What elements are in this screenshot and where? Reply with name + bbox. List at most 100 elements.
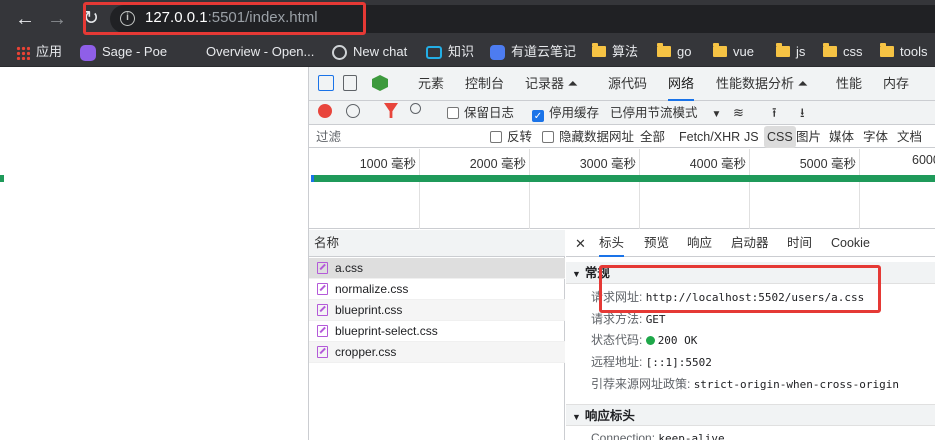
checkmark-icon: ✓ [532, 110, 544, 122]
filter-type-media[interactable]: 媒体 [829, 126, 854, 148]
timeline-tick-label: 1000 毫秒 [359, 157, 416, 171]
filter-type-fetch-xhr[interactable]: Fetch/XHR [679, 126, 740, 148]
bookmark-folder-css[interactable]: css [823, 37, 863, 67]
dropdown-arrow-icon: ▼ [711, 109, 722, 120]
filter-type-img[interactable]: 图片 [796, 126, 821, 148]
response-headers-section-header[interactable]: ▼ 响应标头 [566, 404, 935, 426]
tab-cookies[interactable]: Cookie [831, 230, 870, 257]
filter-type-js[interactable]: JS [744, 126, 759, 148]
throttling-select[interactable]: 已停用节流模式 ▼ [610, 101, 721, 125]
bilibili-icon [426, 46, 442, 60]
collapse-triangle-icon: ▼ [572, 269, 581, 279]
tab-response[interactable]: 响应 [687, 230, 712, 257]
filter-type-css[interactable]: CSS [764, 126, 796, 148]
folder-icon [776, 43, 790, 58]
folder-icon [713, 43, 727, 58]
record-icon[interactable] [318, 104, 332, 118]
css-file-icon [317, 325, 328, 337]
timeline-tick-label: 6000 [912, 153, 935, 167]
tab-recorder[interactable]: 记录器 ⏶ [525, 67, 578, 101]
back-arrow-icon[interactable]: ← [12, 6, 38, 32]
preserve-log-checkbox[interactable]: 保留日志 [447, 101, 514, 125]
filter-type-doc[interactable]: 文档 [897, 126, 922, 148]
close-icon[interactable]: ✕ [575, 230, 586, 257]
timeline-tick-label: 5000 毫秒 [799, 157, 856, 171]
page-viewport [0, 67, 308, 440]
status-code-row: 状态代码: 200 OK [591, 333, 698, 347]
tab-elements[interactable]: 元素 [418, 67, 444, 101]
timeline-gridline [529, 149, 530, 229]
network-conditions-icon[interactable]: ≋ [733, 101, 744, 125]
bookmark-folder-vue[interactable]: vue [713, 37, 754, 67]
tab-preview[interactable]: 预览 [644, 230, 669, 257]
timeline-dom-marker [311, 175, 314, 182]
tab-timing[interactable]: 时间 [787, 230, 812, 257]
apps-grid-icon [16, 45, 30, 60]
youdao-icon [490, 45, 505, 61]
export-har-icon[interactable]: ⭳ [800, 101, 805, 125]
import-har-icon[interactable]: ⭱ [772, 101, 777, 125]
css-file-icon [317, 262, 328, 274]
css-file-icon [317, 283, 328, 295]
disable-cache-checkbox[interactable]: ✓ 停用缓存 [532, 101, 599, 125]
tab-memory[interactable]: 内存 [883, 67, 909, 101]
clear-icon[interactable] [346, 104, 360, 118]
connection-header-row: Connection: keep-alive [591, 431, 725, 440]
tab-headers[interactable]: 标头 [599, 230, 625, 257]
bookmark-folder-js[interactable]: js [776, 37, 805, 67]
request-row[interactable]: a.css [309, 258, 565, 279]
tab-initiator[interactable]: 启动器 [731, 230, 769, 257]
invert-checkbox[interactable]: 反转 [490, 126, 532, 148]
tab-performance[interactable]: 性能 [836, 67, 862, 101]
request-row[interactable]: cropper.css [309, 342, 565, 363]
timeline-load-bar [311, 175, 935, 182]
collapse-triangle-icon: ▼ [572, 412, 581, 422]
chatgpt-icon [332, 45, 347, 61]
hide-data-urls-checkbox[interactable]: 隐藏数据网址 [542, 126, 634, 148]
bookmark-sage-poe[interactable]: Sage - Poe [80, 37, 167, 67]
css-file-icon [317, 304, 328, 316]
bookmark-openai-overview[interactable]: Overview - Open... [206, 37, 314, 67]
bookmark-apps[interactable]: 应用 [16, 37, 62, 67]
poe-icon [80, 44, 96, 61]
page-edge-mark [0, 175, 4, 182]
timeline-gridline [859, 149, 860, 229]
tab-network[interactable]: 网络 [668, 67, 695, 101]
request-row[interactable]: blueprint-select.css [309, 321, 565, 342]
timeline-tick-label: 3000 毫秒 [579, 157, 636, 171]
name-column-header[interactable]: 名称 [309, 230, 565, 257]
bookmark-new-chat[interactable]: New chat [332, 37, 407, 67]
folder-icon [823, 43, 837, 58]
filter-input[interactable]: 过滤 [316, 126, 476, 148]
request-row[interactable]: normalize.css [309, 279, 565, 300]
timeline-gridline [749, 149, 750, 229]
url-highlight-annotation [83, 2, 366, 35]
timeline-gridline [419, 149, 420, 229]
bookmark-youdao[interactable]: 有道云笔记 [490, 37, 576, 67]
filter-type-all[interactable]: 全部 [640, 126, 665, 148]
folder-icon [592, 43, 606, 58]
referrer-policy-row: 引荐来源网址政策: strict-origin-when-cross-origi… [591, 377, 899, 391]
timeline-gridline [639, 149, 640, 229]
folder-icon [657, 43, 671, 58]
tab-sources[interactable]: 源代码 [608, 67, 647, 101]
forward-arrow-icon[interactable]: → [44, 6, 70, 32]
folder-icon [880, 43, 894, 58]
request-row[interactable]: blueprint.css [309, 300, 565, 321]
request-url-highlight-annotation [599, 265, 881, 313]
status-ok-icon [645, 336, 655, 345]
search-icon[interactable] [410, 103, 421, 114]
device-toolbar-icon[interactable] [343, 75, 357, 91]
bookmark-folder-go[interactable]: go [657, 37, 691, 67]
timeline-tick-label: 2000 毫秒 [469, 157, 526, 171]
bookmark-folder-tools[interactable]: tools [880, 37, 927, 67]
timeline-tick-label: 4000 毫秒 [689, 157, 746, 171]
filter-type-font[interactable]: 字体 [863, 126, 888, 148]
remote-address-row: 远程地址: [::1]:5502 [591, 355, 712, 369]
bookmark-folder-algorithms[interactable]: 算法 [592, 37, 638, 67]
inspect-element-icon[interactable] [318, 75, 334, 91]
css-file-icon [317, 346, 328, 358]
tab-console[interactable]: 控制台 [465, 67, 504, 101]
tab-performance-insights[interactable]: 性能数据分析 ⏶ [716, 67, 808, 101]
bookmark-knowledge[interactable]: 知识 [426, 37, 474, 67]
